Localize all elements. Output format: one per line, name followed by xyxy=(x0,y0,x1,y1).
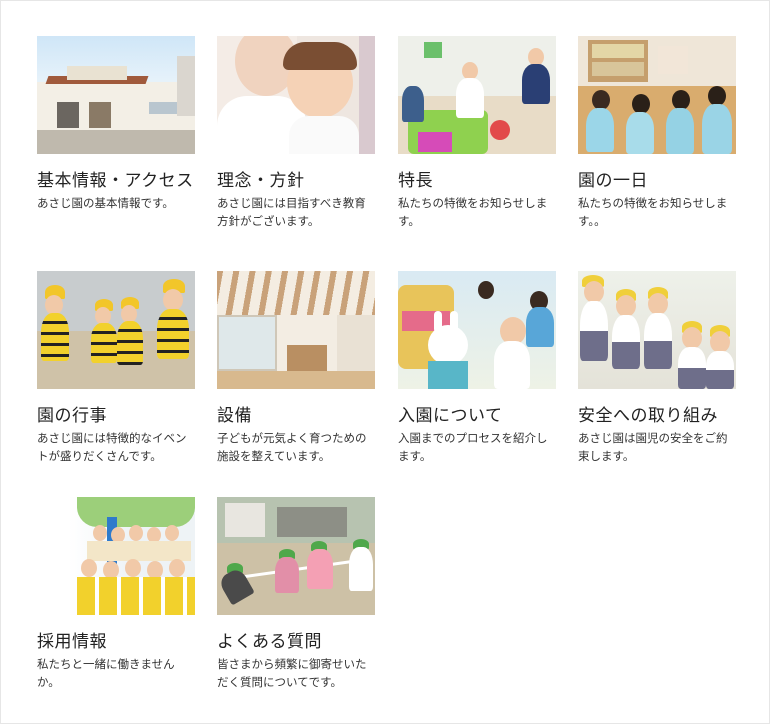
card-description: 私たちの特徴をお知らせします。 xyxy=(398,196,548,228)
card-safety[interactable]: 安全への取り組み あさじ園は園児の安全をご約束します。 xyxy=(578,271,736,465)
card-philosophy[interactable]: 理念・方針 あさじ園には目指すべき教育方針がございます。 xyxy=(217,36,375,230)
card-facilities[interactable]: 設備 子どもが元気よく育つための施設を整えています。 xyxy=(217,271,375,465)
card-faq[interactable]: よくある質問 皆さまから頻繁に御寄せいただく質問についてです。 xyxy=(217,497,375,691)
card-daily-schedule[interactable]: 園の一日 私たちの特徴をお知らせします。。 xyxy=(578,36,736,230)
card-title: 特長 xyxy=(398,171,433,191)
card-description: あさじ園の基本情報です。 xyxy=(37,196,174,210)
card-description: あさじ園には特徴的なイベントが盛りだくさんです。 xyxy=(37,431,187,463)
building-photo-icon xyxy=(37,36,195,154)
playground-photo-icon xyxy=(398,271,556,389)
card-title: 園の一日 xyxy=(578,171,648,191)
card-description: あさじ園は園児の安全をご約束します。 xyxy=(578,431,728,463)
card-description: 入園までのプロセスを紹介します。 xyxy=(398,431,548,463)
card-features[interactable]: 特長 私たちの特徴をお知らせします。 xyxy=(398,36,556,230)
uniform-kids-photo-icon xyxy=(578,271,736,389)
card-description: 子どもが元気よく育つための施設を整えています。 xyxy=(217,431,367,463)
card-title: 園の行事 xyxy=(37,406,107,426)
card-title: よくある質問 xyxy=(217,632,322,652)
card-title: 採用情報 xyxy=(37,632,107,652)
group-photo-icon xyxy=(37,497,195,615)
card-description: 皆さまから頻繁に御寄せいただく質問についてです。 xyxy=(217,657,367,689)
hall-interior-photo-icon xyxy=(217,271,375,389)
card-description: 私たちと一緒に働きませんか。 xyxy=(37,657,175,689)
card-recruitment[interactable]: 採用情報 私たちと一緒に働きませんか。 xyxy=(37,497,195,691)
bee-costume-photo-icon xyxy=(37,271,195,389)
card-title: 入園について xyxy=(398,406,503,426)
card-description: 私たちの特徴をお知らせします。。 xyxy=(578,196,728,228)
tug-of-war-photo-icon xyxy=(217,497,375,615)
mother-child-photo-icon xyxy=(217,36,375,154)
classroom-photo-icon xyxy=(578,36,736,154)
playroom-photo-icon xyxy=(398,36,556,154)
card-events[interactable]: 園の行事 あさじ園には特徴的なイベントが盛りだくさんです。 xyxy=(37,271,195,465)
card-title: 基本情報・アクセス xyxy=(37,171,194,191)
card-title: 設備 xyxy=(217,406,252,426)
card-title: 理念・方針 xyxy=(217,171,305,191)
card-admission[interactable]: 入園について 入園までのプロセスを紹介します。 xyxy=(398,271,556,465)
card-description: あさじ園には目指すべき教育方針がございます。 xyxy=(217,196,366,228)
card-title: 安全への取り組み xyxy=(578,406,718,426)
card-basic-info[interactable]: 基本情報・アクセス あさじ園の基本情報です。 xyxy=(37,36,195,212)
